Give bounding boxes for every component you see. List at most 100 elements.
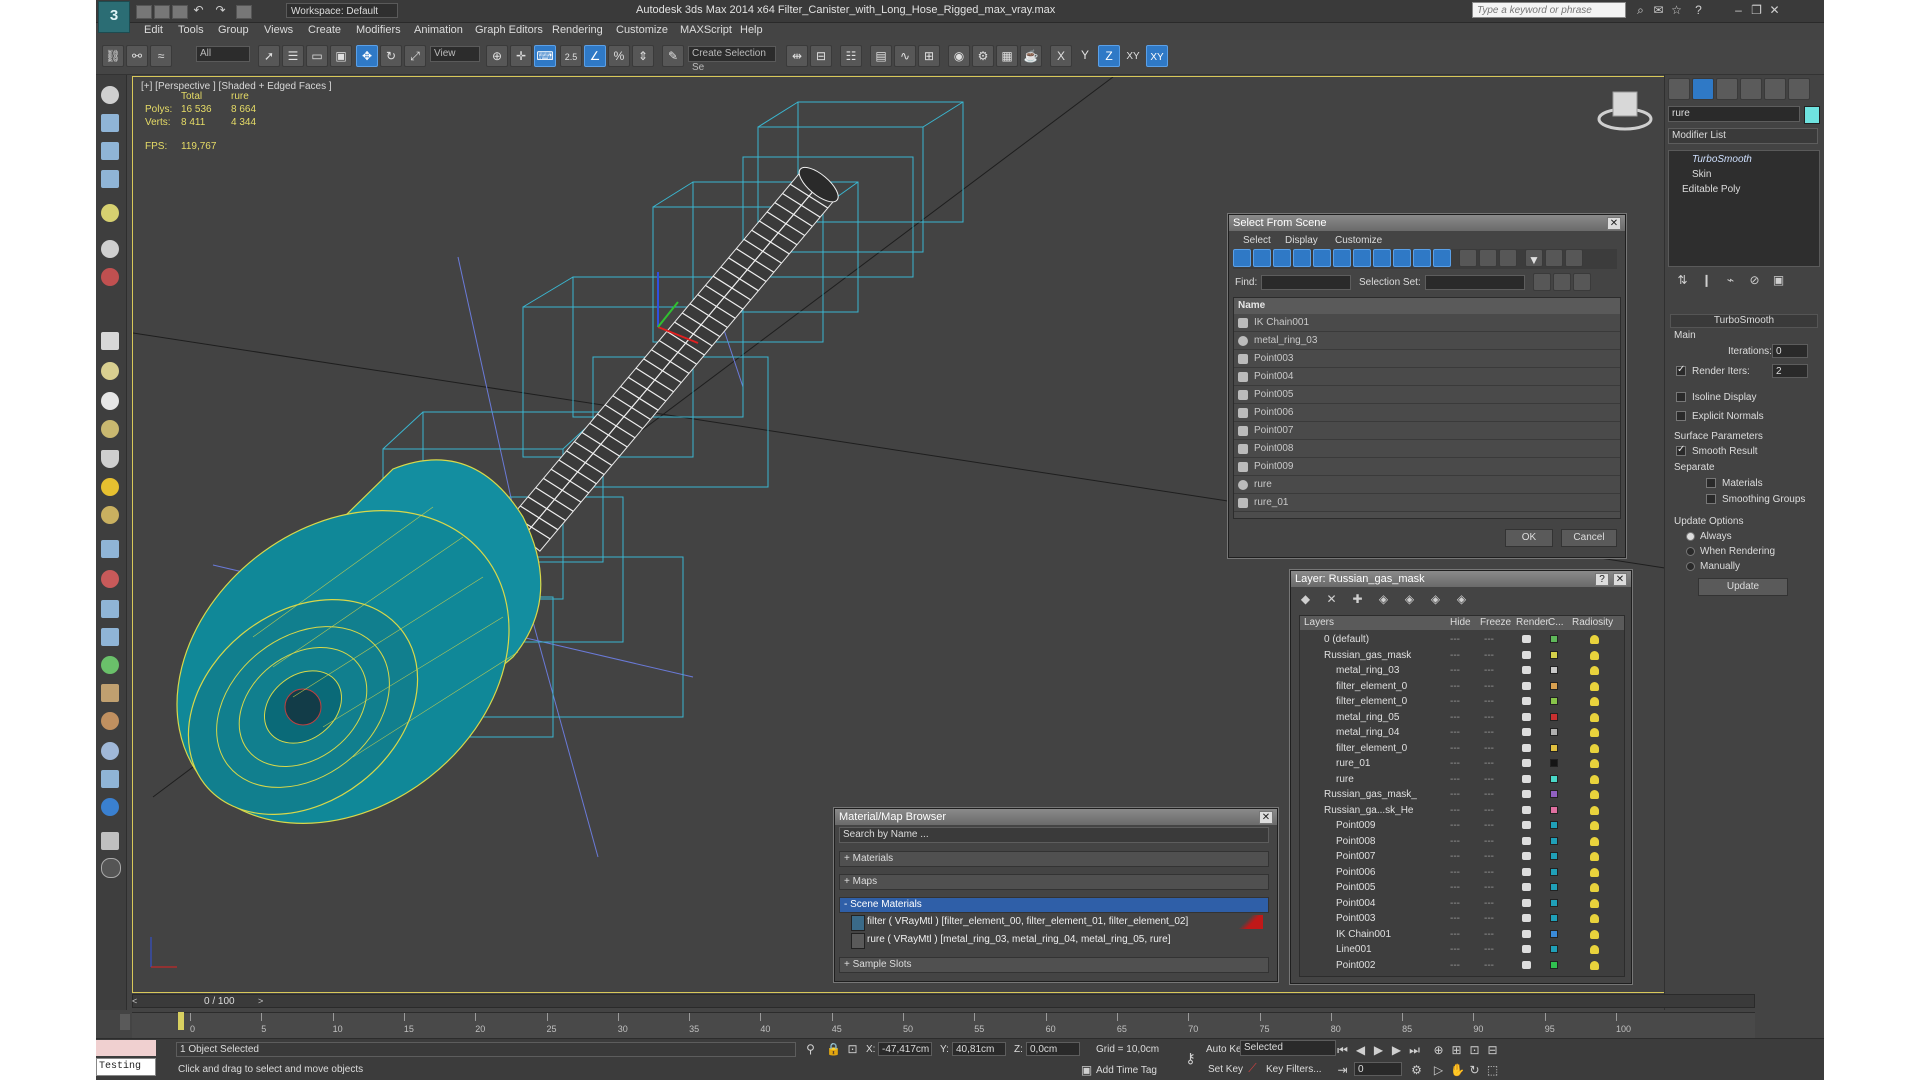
display-cameras-icon[interactable] xyxy=(1293,249,1311,267)
toggle-dash[interactable]: --- xyxy=(1484,911,1494,926)
key-icon[interactable]: ⚷ xyxy=(1184,1051,1197,1065)
display-xrefs-icon[interactable] xyxy=(1373,249,1391,267)
teapot-icon[interactable] xyxy=(101,86,119,104)
foliage-icon[interactable] xyxy=(101,656,119,674)
toggle-dash[interactable]: --- xyxy=(1450,663,1460,678)
layer-color-swatch[interactable] xyxy=(1550,774,1558,783)
mini-curve-toggle-icon[interactable] xyxy=(120,1014,130,1030)
y-coordinate-field[interactable]: 40,81cm xyxy=(952,1042,1006,1056)
toggle-dash[interactable]: --- xyxy=(1484,663,1494,678)
render-teapot-icon[interactable] xyxy=(1522,774,1531,783)
unlink-icon[interactable]: ⚯ xyxy=(126,45,148,67)
layer-color-swatch[interactable] xyxy=(1550,852,1558,860)
render-teapot-icon[interactable] xyxy=(1522,883,1531,891)
help-circle-icon[interactable] xyxy=(101,858,121,878)
window-crossing-icon[interactable]: ▣ xyxy=(330,45,352,67)
ok-button[interactable]: OK xyxy=(1505,529,1553,547)
materials-group[interactable]: + Materials xyxy=(839,851,1269,867)
prev-frame-icon[interactable]: < xyxy=(132,996,142,1006)
modifier-list-dropdown[interactable]: Modifier List xyxy=(1668,128,1818,144)
toggle-dash[interactable]: --- xyxy=(1450,803,1460,818)
material-entry-rure[interactable]: rure ( VRayMtl ) [metal_ring_03, metal_r… xyxy=(867,934,1170,945)
layer-color-swatch[interactable] xyxy=(1550,836,1558,845)
scene-explorer-icon[interactable] xyxy=(101,142,119,160)
key-mode-dropdown[interactable]: Selected xyxy=(1240,1040,1336,1056)
toggle-dash[interactable]: --- xyxy=(1484,834,1494,849)
menu-create[interactable]: Create xyxy=(308,24,341,36)
list-item[interactable]: Point004 xyxy=(1234,368,1620,386)
radiosity-bulb-icon[interactable] xyxy=(1590,666,1599,675)
smoothing-groups-checkbox[interactable] xyxy=(1706,494,1716,504)
toggle-dash[interactable]: --- xyxy=(1484,787,1494,802)
show-end-result-icon[interactable]: ❙ xyxy=(1700,274,1713,286)
layer-row[interactable]: metal_ring_05 --- --- xyxy=(1300,710,1624,725)
layer-name[interactable]: Point007 xyxy=(1336,849,1375,864)
list-item[interactable]: Point006 xyxy=(1234,404,1620,422)
box-primitive-icon[interactable] xyxy=(101,332,119,350)
layer-color-swatch[interactable] xyxy=(1550,666,1558,674)
ref-coord-dropdown[interactable]: View xyxy=(430,46,480,62)
render-teapot-icon[interactable] xyxy=(1522,743,1531,752)
play-icon[interactable]: ▶ xyxy=(1372,1044,1385,1056)
list-item[interactable]: IK Chain001 xyxy=(1234,314,1620,332)
goto-end-icon[interactable]: ⏭ xyxy=(1408,1044,1421,1056)
angle-snap-icon[interactable]: ∠ xyxy=(584,45,606,67)
menu-tools[interactable]: Tools xyxy=(178,24,204,36)
layer-color-swatch[interactable] xyxy=(1550,821,1558,829)
convert-icon[interactable] xyxy=(101,770,119,788)
toggle-dash[interactable]: --- xyxy=(1484,648,1494,663)
new-layer-icon[interactable]: ◆ xyxy=(1299,593,1312,605)
create-tab-icon[interactable] xyxy=(1668,78,1690,100)
pivot-center-icon[interactable]: ⊕ xyxy=(486,45,508,67)
render-teapot-icon[interactable] xyxy=(1522,728,1531,736)
layer-row[interactable]: filter_element_0 --- --- xyxy=(1300,741,1624,756)
toggle-dash[interactable]: --- xyxy=(1484,756,1494,771)
find-input[interactable] xyxy=(1261,275,1351,290)
toggle-dash[interactable]: --- xyxy=(1484,725,1494,740)
display-geometry-icon[interactable] xyxy=(1233,249,1251,267)
display-shapes-icon[interactable] xyxy=(1253,249,1271,267)
toggle-dash[interactable]: --- xyxy=(1450,958,1460,973)
layer-color-swatch[interactable] xyxy=(1550,759,1558,767)
layer-row[interactable]: rure --- --- xyxy=(1300,772,1624,787)
layer-dialog-title[interactable]: Layer: Russian_gas_mask xyxy=(1291,571,1631,587)
close-icon[interactable]: ✕ xyxy=(1613,573,1627,586)
project-folder-icon[interactable] xyxy=(236,5,252,19)
render-icon[interactable] xyxy=(101,268,119,286)
bone-icon[interactable] xyxy=(101,570,119,588)
select-objects-icon[interactable]: ◈ xyxy=(1377,593,1390,605)
select-object-icon[interactable]: ➚ xyxy=(258,45,280,67)
toggle-dash[interactable]: --- xyxy=(1450,896,1460,911)
scene-materials-group[interactable]: - Scene Materials xyxy=(839,897,1269,913)
toggle-dash[interactable]: --- xyxy=(1484,772,1494,787)
help-icon[interactable]: ? xyxy=(1692,4,1705,16)
create-selset-icon[interactable] xyxy=(1533,273,1551,291)
list-item[interactable]: Point007 xyxy=(1234,422,1620,440)
layer-name[interactable]: filter_element_0 xyxy=(1336,694,1407,709)
radiosity-bulb-icon[interactable] xyxy=(1590,650,1599,660)
toggle-dash[interactable]: --- xyxy=(1450,787,1460,802)
help-search-input[interactable]: Type a keyword or phrase xyxy=(1472,2,1626,18)
prev-key-icon[interactable]: ◀ xyxy=(1354,1044,1367,1056)
list-item[interactable]: rure xyxy=(1234,476,1620,494)
layer-row[interactable]: Point005 --- --- xyxy=(1300,880,1624,895)
help-button[interactable]: ? xyxy=(1595,573,1609,586)
hair-icon[interactable] xyxy=(101,684,119,702)
radiosity-bulb-icon[interactable] xyxy=(1590,805,1599,815)
col-color[interactable]: C... xyxy=(1548,617,1564,628)
menu-edit[interactable]: Edit xyxy=(144,24,163,36)
menu-views[interactable]: Views xyxy=(264,24,293,36)
maxscript-input[interactable]: Testing for : xyxy=(96,1058,156,1076)
layer-color-swatch[interactable] xyxy=(1550,883,1558,891)
add-time-tag[interactable]: Add Time Tag xyxy=(1096,1065,1157,1076)
close-icon[interactable]: ✕ xyxy=(1607,217,1621,230)
zoom-extents-all-icon[interactable]: ⊟ xyxy=(1486,1044,1499,1056)
render-teapot-icon[interactable] xyxy=(1522,914,1531,922)
radiosity-bulb-icon[interactable] xyxy=(1590,697,1599,706)
menu-help[interactable]: Help xyxy=(740,24,763,36)
iterations-spinner[interactable]: 0 xyxy=(1772,344,1808,358)
col-render[interactable]: Render xyxy=(1516,617,1549,628)
stack-item-skin[interactable]: Skin xyxy=(1670,167,1816,182)
list-item[interactable]: Point003 xyxy=(1234,350,1620,368)
named-selection-dropdown[interactable]: Create Selection Se xyxy=(688,46,776,73)
